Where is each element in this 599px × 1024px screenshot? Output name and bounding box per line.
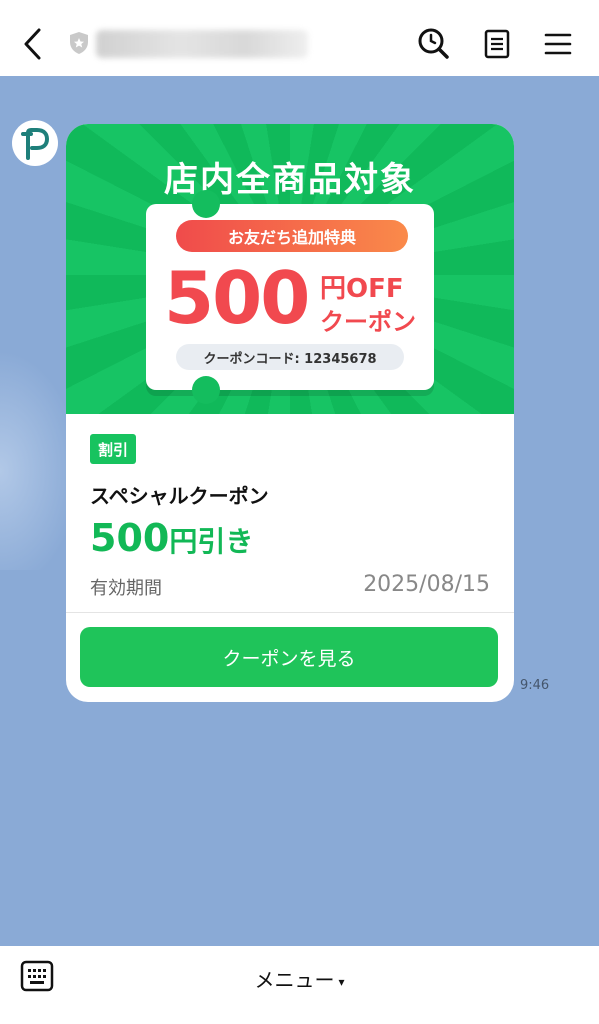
discount-badge: 割引 [90, 434, 137, 464]
notes-icon[interactable] [478, 26, 516, 62]
banner-headline: 店内全商品対象 [164, 160, 416, 200]
validity-date: 2025/08/15 [363, 572, 490, 597]
chat-title-blurred [96, 30, 308, 58]
caret-down-icon: ▾ [338, 974, 345, 989]
coupon-message-card[interactable]: 店内全商品対象 お友だち追加特典 500 円OFF クーポン クーポンコード: … [66, 124, 514, 702]
discount-number: 500 [90, 516, 170, 560]
search-history-icon[interactable] [414, 26, 452, 62]
card-divider [66, 612, 514, 613]
coupon-title: スペシャルクーポン [90, 484, 269, 508]
validity-label: 有効期間 [90, 578, 162, 599]
p-logo-icon [21, 128, 50, 160]
coupon-type-label: クーポン [320, 308, 416, 336]
back-chevron-icon[interactable] [14, 24, 50, 64]
account-avatar[interactable] [12, 120, 58, 166]
message-timestamp: 9:46 [520, 678, 550, 693]
shield-star-icon [66, 30, 92, 56]
coupon-off-label: 円OFF [320, 274, 404, 304]
chat-footer: メニュー ▾ [0, 946, 599, 1024]
discount-unit: 円引き [169, 525, 254, 558]
chat-header [0, 0, 599, 76]
coupon-code: クーポンコード: 12345678 [176, 344, 404, 370]
coupon-ticket: お友だち追加特典 500 円OFF クーポン クーポンコード: 12345678 [146, 190, 434, 404]
coupon-banner-image[interactable]: 店内全商品対象 お友だち追加特典 500 円OFF クーポン クーポンコード: … [66, 124, 514, 414]
discount-amount: 500円引き [90, 516, 253, 560]
coupon-amount: 500 [164, 256, 310, 340]
menu-label: メニュー [254, 968, 335, 992]
view-coupon-button[interactable]: クーポンを見る [80, 627, 498, 687]
friend-bonus-pill: お友だち追加特典 [176, 220, 408, 252]
hamburger-menu-icon[interactable] [538, 26, 578, 62]
rich-menu-toggle[interactable]: メニュー ▾ [0, 964, 599, 993]
